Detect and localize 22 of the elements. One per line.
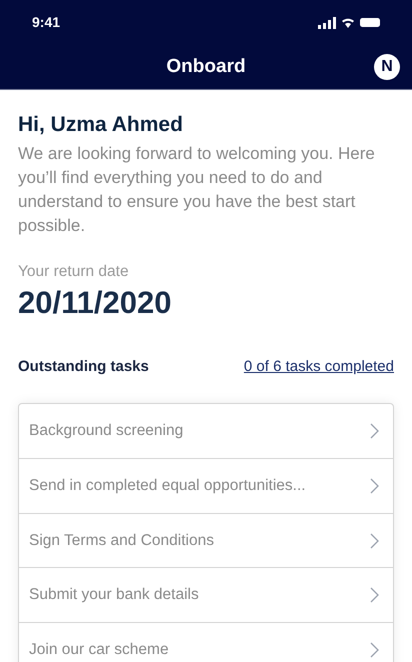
return-date-label: Your return date (18, 262, 130, 282)
status-time: 9:41 (32, 13, 60, 32)
task-item[interactable]: Submit your bank details (19, 567, 393, 622)
wifi-icon (342, 17, 354, 28)
battery-icon (360, 18, 380, 27)
header-title: Onboard (166, 54, 246, 79)
task-item[interactable]: Sign Terms and Conditions (19, 512, 393, 568)
task-item[interactable]: Join our car scheme (19, 622, 393, 662)
tasks-progress-link[interactable]: 0 of 6 tasks completed (244, 356, 394, 379)
return-date: 20/11/2020 (18, 284, 172, 322)
chevron-right-icon (370, 587, 379, 603)
signal-icon (318, 16, 336, 28)
chevron-right-icon (370, 423, 379, 439)
task-item[interactable]: Send in completed equal opportunities... (19, 458, 393, 513)
task-item[interactable]: Background screening (19, 404, 393, 458)
avatar[interactable]: N (374, 54, 400, 80)
greeting: Hi, Uzma Ahmed (18, 112, 184, 138)
intro-text: We are looking forward to welcoming you. Here you’ll find everything you need to do and understand to ensure you have the best start possible. (18, 143, 376, 238)
chevron-right-icon (370, 532, 379, 548)
chevron-right-icon (370, 642, 379, 658)
tasks-heading: Outstanding tasks (18, 357, 149, 378)
chevron-right-icon (370, 478, 379, 494)
